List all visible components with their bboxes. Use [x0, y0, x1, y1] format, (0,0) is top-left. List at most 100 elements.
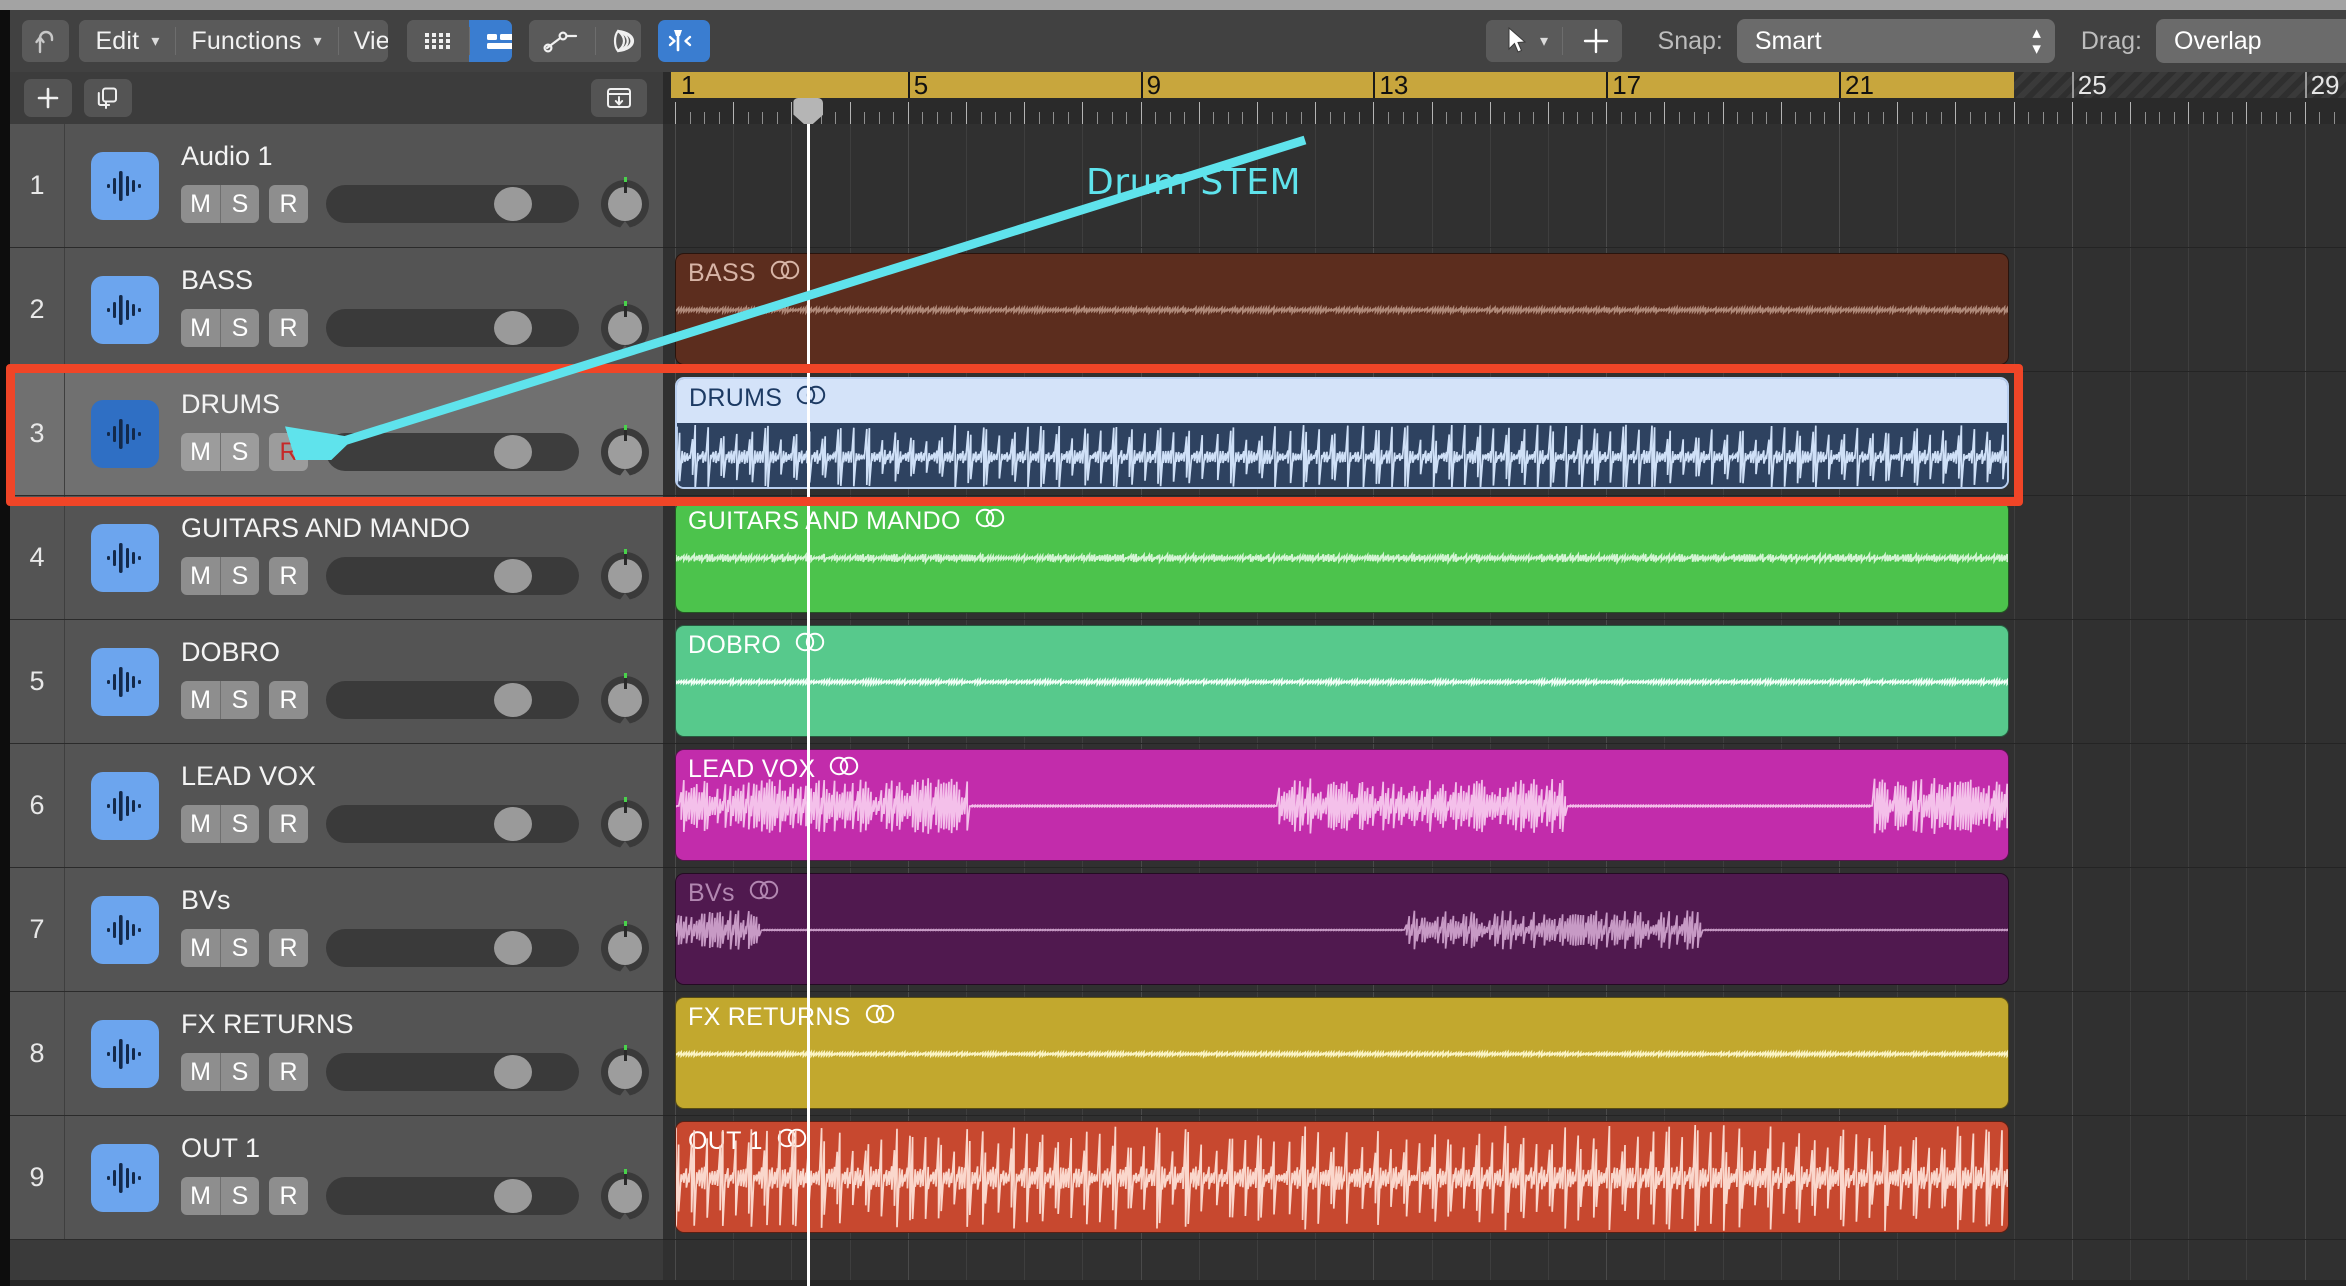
back-arrow-button[interactable] — [21, 20, 70, 62]
mute-button[interactable]: M — [181, 185, 220, 223]
audio-track-icon[interactable] — [91, 1143, 159, 1212]
volume-slider[interactable] — [326, 805, 579, 843]
track-name[interactable]: BASS — [181, 267, 663, 294]
volume-slider-thumb[interactable] — [494, 1179, 532, 1213]
pan-knob[interactable] — [601, 1169, 649, 1221]
audio-region-guitars-and-mando[interactable]: GUITARS AND MANDO — [675, 501, 2009, 613]
marquee-tool-button[interactable]: ▾ — [1562, 20, 1622, 62]
drag-popup[interactable]: Overlap — [2156, 19, 2346, 63]
record-enable-button[interactable]: R — [269, 929, 308, 967]
volume-slider[interactable] — [326, 1053, 579, 1091]
menu-functions[interactable]: Functions ▾ — [175, 20, 338, 62]
volume-slider-thumb[interactable] — [494, 1055, 532, 1089]
mute-button[interactable]: M — [181, 681, 220, 719]
pan-knob[interactable] — [601, 921, 649, 973]
audio-region-drums[interactable]: DRUMS — [675, 377, 2009, 489]
track-name[interactable]: Audio 1 — [181, 143, 663, 170]
track-header-out-1[interactable]: 9 OUT 1 MSR — [10, 1116, 663, 1240]
solo-button[interactable]: S — [220, 805, 259, 843]
cycle-range[interactable] — [671, 72, 2014, 98]
track-lane[interactable] — [663, 124, 2346, 248]
volume-slider[interactable] — [326, 681, 579, 719]
pan-knob[interactable] — [601, 549, 649, 601]
mute-button[interactable]: M — [181, 557, 220, 595]
solo-button[interactable]: S — [220, 1177, 259, 1215]
menu-view[interactable]: View ▾ — [337, 20, 389, 62]
track-header-lead-vox[interactable]: 6 LEAD VOX M S R — [10, 744, 663, 868]
record-enable-button[interactable]: R — [269, 309, 308, 347]
record-enable-button[interactable]: R — [269, 433, 308, 471]
record-enable-button[interactable]: R — [269, 185, 308, 223]
flex-bend-button[interactable] — [594, 20, 641, 62]
record-enable-button[interactable]: R — [269, 557, 308, 595]
pan-knob[interactable] — [601, 177, 649, 229]
record-enable-button[interactable]: R — [269, 681, 308, 719]
solo-button[interactable]: S — [220, 1053, 259, 1091]
mute-button[interactable]: M — [181, 1177, 220, 1215]
track-header-bass[interactable]: 2 BASS M S R — [10, 248, 663, 372]
pan-knob[interactable] — [601, 425, 649, 477]
solo-button[interactable]: S — [220, 681, 259, 719]
track-headers-list[interactable]: 1 Audio 1 M S R 2 BASS M S R 3 DRUMS M S R 4 GUITARS AND… — [10, 124, 663, 1286]
volume-slider-thumb[interactable] — [494, 311, 532, 345]
solo-button[interactable]: S — [220, 309, 259, 347]
audio-region-lead-vox[interactable]: LEAD VOX — [675, 749, 2009, 861]
volume-slider[interactable] — [326, 433, 579, 471]
volume-slider-thumb[interactable] — [494, 931, 532, 965]
track-name[interactable]: DOBRO — [181, 639, 663, 666]
volume-slider[interactable] — [326, 185, 579, 223]
track-header-drums[interactable]: 3 DRUMS M S R — [10, 372, 663, 496]
solo-button[interactable]: S — [220, 185, 259, 223]
track-header-audio-1[interactable]: 1 Audio 1 MSR — [10, 124, 663, 248]
audio-region-out-1[interactable]: OUT 1 — [675, 1121, 2009, 1233]
track-name[interactable]: OUT 1 — [181, 1135, 663, 1162]
audio-track-icon[interactable] — [91, 399, 159, 468]
solo-button[interactable]: S — [220, 433, 259, 471]
volume-slider[interactable] — [326, 1177, 579, 1215]
solo-button[interactable]: S — [220, 557, 259, 595]
pan-knob[interactable] — [601, 797, 649, 849]
pointer-tool-button[interactable]: ▾ — [1486, 20, 1563, 62]
track-header-dobro[interactable]: 5 DOBRO M S R — [10, 620, 663, 744]
audio-track-icon[interactable] — [91, 647, 159, 716]
audio-region-fx-returns[interactable]: FX RETURNS — [675, 997, 2009, 1109]
volume-slider-thumb[interactable] — [494, 187, 532, 221]
audio-track-icon[interactable] — [91, 771, 159, 840]
volume-slider-thumb[interactable] — [494, 683, 532, 717]
pan-knob[interactable] — [601, 1045, 649, 1097]
audio-region-dobro[interactable]: DOBRO — [675, 625, 2009, 737]
mute-button[interactable]: M — [181, 309, 220, 347]
mute-button[interactable]: M — [181, 433, 220, 471]
audio-region-bvs[interactable]: BVs — [675, 873, 2009, 985]
track-header-fx-returns[interactable]: 8 FX RETURNS M S R — [10, 992, 663, 1116]
volume-slider-thumb[interactable] — [494, 435, 532, 469]
add-track-button[interactable] — [24, 79, 72, 117]
record-enable-button[interactable]: R — [269, 1177, 308, 1215]
track-name[interactable]: GUITARS AND MANDO — [181, 515, 663, 542]
hide-tracks-button[interactable] — [591, 79, 647, 117]
menu-edit[interactable]: Edit ▾ — [79, 20, 176, 62]
track-header-bvs[interactable]: 7 BVs M S R — [10, 868, 663, 992]
pan-knob[interactable] — [601, 301, 649, 353]
pan-knob[interactable] — [601, 673, 649, 725]
solo-button[interactable]: S — [220, 929, 259, 967]
track-name[interactable]: DRUMS — [181, 391, 663, 418]
tracks-arrange-area[interactable]: BASS DRUMS GUITARS AND MANDO DOBRO LEAD VOX B… — [663, 124, 2346, 1286]
region-header[interactable] — [677, 379, 2007, 423]
timeline-ruler[interactable]: 1 5 9 13 17 21 25 29 — [663, 72, 2346, 124]
snap-popup[interactable]: Smart ▴ ▾ — [1736, 19, 2055, 63]
volume-slider[interactable] — [326, 309, 579, 347]
audio-region-bass[interactable]: BASS — [675, 253, 2009, 365]
audio-track-icon[interactable] — [91, 895, 159, 964]
audio-track-icon[interactable] — [91, 523, 159, 592]
mute-button[interactable]: M — [181, 805, 220, 843]
list-view-button[interactable] — [468, 20, 512, 62]
duplicate-track-button[interactable] — [84, 79, 132, 117]
record-enable-button[interactable]: R — [269, 1053, 308, 1091]
audio-track-icon[interactable] — [91, 1019, 159, 1088]
volume-slider[interactable] — [326, 557, 579, 595]
volume-slider-thumb[interactable] — [494, 559, 532, 593]
track-name[interactable]: BVs — [181, 887, 663, 914]
automation-button[interactable] — [528, 20, 595, 62]
track-header-guitars-and-mando[interactable]: 4 GUITARS AND MANDO M S R — [10, 496, 663, 620]
